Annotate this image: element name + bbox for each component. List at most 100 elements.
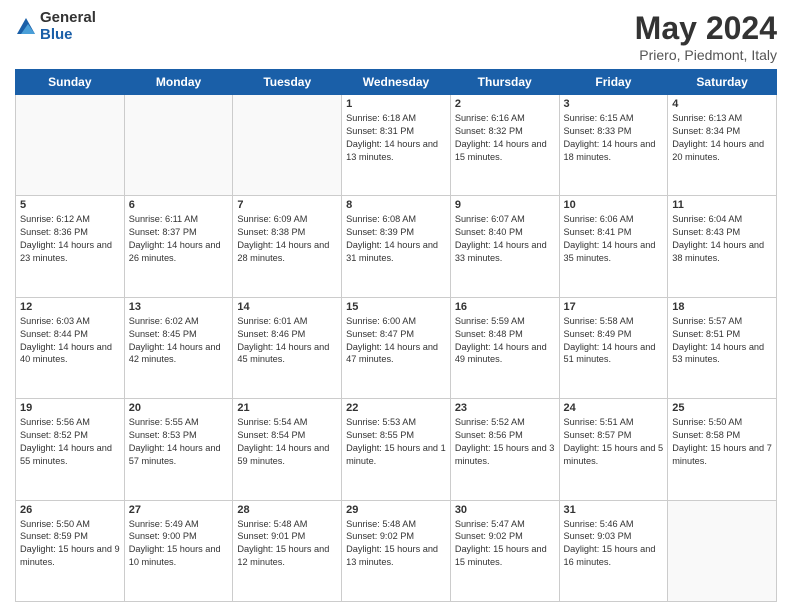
table-row: 1Sunrise: 6:18 AMSunset: 8:31 PMDaylight… — [342, 95, 451, 196]
day-number: 31 — [564, 504, 664, 516]
daylight-text: Daylight: 14 hours and 40 minutes. — [20, 342, 112, 365]
sunrise-text: Sunrise: 6:03 AM — [20, 316, 90, 326]
table-row: 2Sunrise: 6:16 AMSunset: 8:32 PMDaylight… — [450, 95, 559, 196]
sunset-text: Sunset: 8:53 PM — [129, 430, 197, 440]
table-row: 8Sunrise: 6:08 AMSunset: 8:39 PMDaylight… — [342, 196, 451, 297]
day-number: 21 — [237, 402, 337, 414]
day-info: Sunrise: 6:04 AMSunset: 8:43 PMDaylight:… — [672, 213, 772, 265]
calendar-week-row: 5Sunrise: 6:12 AMSunset: 8:36 PMDaylight… — [16, 196, 777, 297]
daylight-text: Daylight: 15 hours and 1 minute. — [346, 443, 446, 466]
daylight-text: Daylight: 15 hours and 9 minutes. — [20, 544, 120, 567]
day-number: 11 — [672, 199, 772, 211]
calendar-table: Sunday Monday Tuesday Wednesday Thursday… — [15, 69, 777, 602]
calendar-week-row: 26Sunrise: 5:50 AMSunset: 8:59 PMDayligh… — [16, 500, 777, 601]
daylight-text: Daylight: 14 hours and 15 minutes. — [455, 139, 547, 162]
day-info: Sunrise: 5:54 AMSunset: 8:54 PMDaylight:… — [237, 416, 337, 468]
day-info: Sunrise: 6:11 AMSunset: 8:37 PMDaylight:… — [129, 213, 229, 265]
day-info: Sunrise: 5:59 AMSunset: 8:48 PMDaylight:… — [455, 315, 555, 367]
daylight-text: Daylight: 14 hours and 23 minutes. — [20, 240, 112, 263]
day-number: 27 — [129, 504, 229, 516]
sunset-text: Sunset: 8:34 PM — [672, 126, 740, 136]
col-tuesday: Tuesday — [233, 70, 342, 95]
sunrise-text: Sunrise: 5:51 AM — [564, 417, 634, 427]
table-row: 18Sunrise: 5:57 AMSunset: 8:51 PMDayligh… — [668, 297, 777, 398]
daylight-text: Daylight: 14 hours and 53 minutes. — [672, 342, 764, 365]
sunrise-text: Sunrise: 5:49 AM — [129, 519, 199, 529]
table-row: 17 Sunrise: 5:58 AMSunset: 8:49 PMDayligh… — [559, 297, 668, 398]
sunset-text: Sunset: 9:01 PM — [237, 531, 305, 541]
daylight-text: Daylight: 14 hours and 20 minutes. — [672, 139, 764, 162]
day-number: 15 — [346, 301, 446, 313]
day-number: 13 — [129, 301, 229, 313]
table-row: 11 Sunrise: 6:04 AMSunset: 8:43 PMDayligh… — [668, 196, 777, 297]
day-number: 4 — [672, 98, 772, 110]
main-title: May 2024 — [635, 10, 777, 47]
day-number: 14 — [237, 301, 337, 313]
sunrise-text: Sunrise: 6:02 AM — [129, 316, 199, 326]
sunrise-text: Sunrise: 5:46 AM — [564, 519, 634, 529]
daylight-text: Daylight: 14 hours and 28 minutes. — [237, 240, 329, 263]
sunset-text: Sunset: 9:02 PM — [455, 531, 523, 541]
daylight-text: Daylight: 15 hours and 5 minutes. — [564, 443, 664, 466]
day-info: Sunrise: 6:13 AMSunset: 8:34 PMDaylight:… — [672, 112, 772, 164]
sunset-text: Sunset: 8:52 PM — [20, 430, 88, 440]
logo-text: General Blue — [40, 10, 96, 43]
sunrise-text: Sunrise: 6:11 AM — [129, 214, 198, 224]
col-wednesday: Wednesday — [342, 70, 451, 95]
sunrise-text: Sunrise: 5:55 AM — [129, 417, 199, 427]
sunrise-text: Sunrise: 5:53 AM — [346, 417, 416, 427]
daylight-text: Daylight: 14 hours and 35 minutes. — [564, 240, 656, 263]
day-info: Sunrise: 6:03 AMSunset: 8:44 PMDaylight:… — [20, 315, 120, 367]
day-info: Sunrise: 5:51 AMSunset: 8:57 PMDaylight:… — [564, 416, 664, 468]
table-row: 30Sunrise: 5:47 AMSunset: 9:02 PMDayligh… — [450, 500, 559, 601]
table-row: 21 Sunrise: 5:54 AMSunset: 8:54 PMDayligh… — [233, 399, 342, 500]
table-row — [124, 95, 233, 196]
sunset-text: Sunset: 8:45 PM — [129, 329, 197, 339]
table-row: 7Sunrise: 6:09 AMSunset: 8:38 PMDaylight… — [233, 196, 342, 297]
sunrise-text: Sunrise: 6:09 AM — [237, 214, 307, 224]
sunset-text: Sunset: 8:46 PM — [237, 329, 305, 339]
table-row: 27Sunrise: 5:49 AMSunset: 9:00 PMDayligh… — [124, 500, 233, 601]
logo-icon — [15, 16, 37, 38]
sunrise-text: Sunrise: 5:48 AM — [346, 519, 416, 529]
col-friday: Friday — [559, 70, 668, 95]
day-info: Sunrise: 5:55 AM Sunset: 8:53 PM Daylight:… — [129, 416, 229, 468]
logo-blue: Blue — [40, 27, 96, 44]
daylight-text: Daylight: 14 hours and 51 minutes. — [564, 342, 656, 365]
day-info: Sunrise: 5:50 AMSunset: 8:58 PMDaylight:… — [672, 416, 772, 468]
day-number: 17 — [564, 301, 664, 313]
sunset-text: Sunset: 8:56 PM — [455, 430, 523, 440]
sunset-text: Sunset: 8:37 PM — [129, 227, 197, 237]
calendar-header-row: Sunday Monday Tuesday Wednesday Thursday… — [16, 70, 777, 95]
day-number: 19 — [20, 402, 120, 414]
table-row: 6Sunrise: 6:11 AMSunset: 8:37 PMDaylight… — [124, 196, 233, 297]
sunset-text: Sunset: 8:36 PM — [20, 227, 88, 237]
daylight-text: Daylight: 14 hours and 42 minutes. — [129, 342, 221, 365]
sunrise-text: Sunrise: 6:06 AM — [564, 214, 634, 224]
table-row: 3Sunrise: 6:15 AMSunset: 8:33 PMDaylight… — [559, 95, 668, 196]
table-row: 19Sunrise: 5:56 AMSunset: 8:52 PMDayligh… — [16, 399, 125, 500]
day-number: 29 — [346, 504, 446, 516]
day-info: Sunrise: 5:48 AMSunset: 9:01 PMDaylight:… — [237, 518, 337, 570]
day-number: 6 — [129, 199, 229, 211]
sunrise-text: Sunrise: 5:58 AM — [564, 316, 634, 326]
calendar-week-row: 12 Sunrise: 6:03 AMSunset: 8:44 PMDayligh… — [16, 297, 777, 398]
table-row: 16Sunrise: 5:59 AMSunset: 8:48 PMDayligh… — [450, 297, 559, 398]
day-info: Sunrise: 5:52 AMSunset: 8:56 PMDaylight:… — [455, 416, 555, 468]
day-info: Sunrise: 5:58 AMSunset: 8:49 PMDaylight:… — [564, 315, 664, 367]
day-number: 12 — [20, 301, 120, 313]
sunset-text: Sunset: 8:48 PM — [455, 329, 523, 339]
day-info: Sunrise: 5:48 AMSunset: 9:02 PMDaylight:… — [346, 518, 446, 570]
day-number: 28 — [237, 504, 337, 516]
day-number: 9 — [455, 199, 555, 211]
daylight-text: Daylight: 14 hours and 59 minutes. — [237, 443, 329, 466]
daylight-text: Daylight: 14 hours and 33 minutes. — [455, 240, 547, 263]
sunset-text: Sunset: 8:58 PM — [672, 430, 740, 440]
day-number: 26 — [20, 504, 120, 516]
daylight-text: Daylight: 14 hours and 38 minutes. — [672, 240, 764, 263]
table-row: 25Sunrise: 5:50 AMSunset: 8:58 PMDayligh… — [668, 399, 777, 500]
sunrise-text: Sunrise: 6:12 AM — [20, 214, 90, 224]
daylight-text: Daylight: 14 hours and 57 minutes. — [129, 443, 221, 466]
sunset-text: Sunset: 8:47 PM — [346, 329, 414, 339]
table-row — [668, 500, 777, 601]
